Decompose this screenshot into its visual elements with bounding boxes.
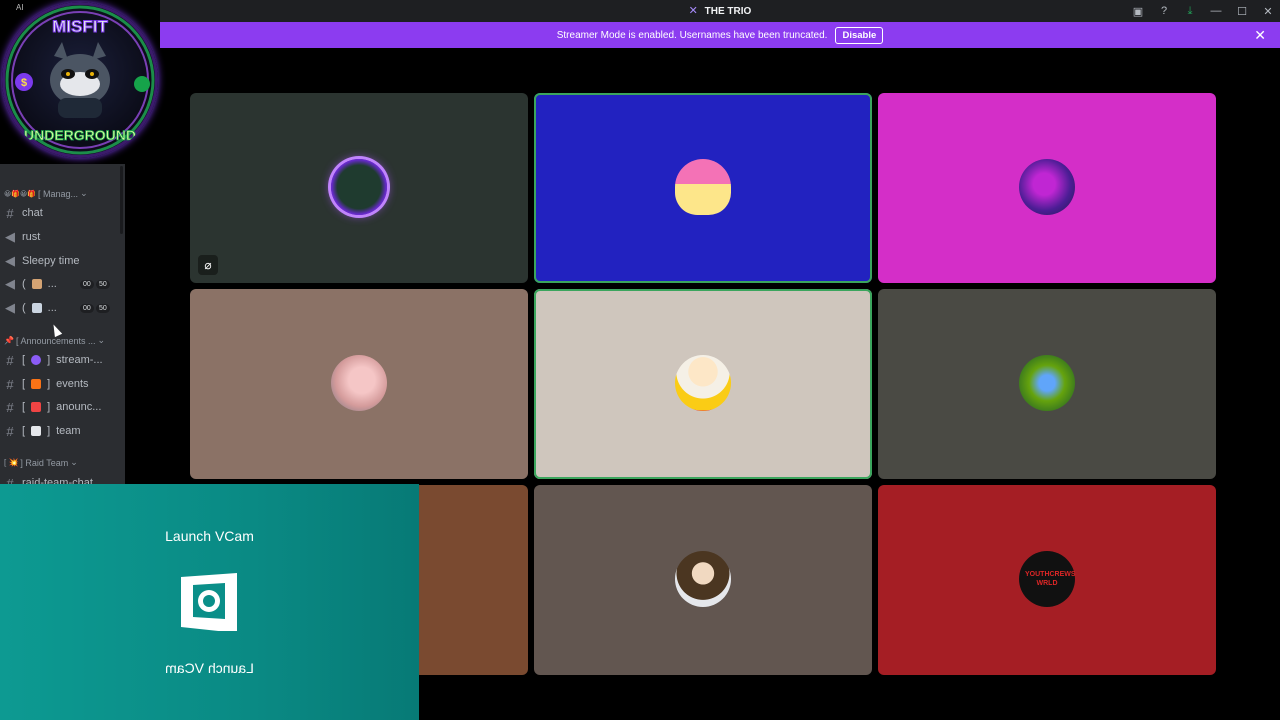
window-title-text: THE TRIO — [704, 5, 752, 17]
channel-name: chat — [22, 207, 43, 219]
window-controls: ▣ ? ⤓ — ☐ ✕ — [1132, 0, 1274, 22]
participant-tile[interactable]: ⌀ — [190, 93, 528, 283]
download-icon[interactable]: ⤓ — [1184, 5, 1196, 18]
vcam-overlay[interactable]: Launch VCam Launch VCam — [0, 484, 419, 720]
participant-tile[interactable] — [534, 485, 872, 675]
raccoon-mascot-icon: MISFIT $ UNDERGROUND — [5, 5, 155, 155]
participant-tile[interactable] — [534, 93, 872, 283]
channel-emoji — [31, 355, 42, 365]
user-limit-badge: 50 — [96, 280, 110, 289]
channel-name: team — [56, 425, 81, 437]
channel-name: anounc... — [56, 401, 102, 413]
user-count-badge: 00 — [80, 280, 94, 289]
category-management[interactable]: 😀🎁😀🎁 [ Manag... ⌄ — [4, 188, 88, 199]
participant-avatar — [1019, 159, 1075, 215]
speaker-icon: ◀ — [5, 276, 15, 291]
help-icon[interactable]: ? — [1158, 5, 1170, 17]
channel-voice-4[interactable]: ◀ ( ... — [4, 275, 57, 293]
channel-sleepy-time[interactable]: ◀ Sleepy time — [4, 252, 79, 270]
sidebar-scrollbar[interactable] — [120, 166, 123, 234]
disable-streamer-mode-button[interactable]: Disable — [835, 26, 884, 44]
minimize-icon[interactable]: — — [1210, 5, 1222, 17]
channel-events[interactable]: # [] events — [4, 375, 89, 393]
channel-rust[interactable]: ◀ rust — [4, 228, 40, 246]
banner-message: Streamer Mode is enabled. Usernames have… — [556, 29, 828, 41]
channel-team[interactable]: # [] team — [4, 422, 81, 440]
text-channel-icon: # — [6, 205, 14, 221]
participant-avatar — [331, 355, 387, 411]
megaphone-icon — [31, 402, 42, 412]
category-label: [ Manag... — [38, 188, 79, 199]
channel-emoji — [31, 303, 42, 313]
window-title: ✕ THE TRIO — [160, 0, 1280, 22]
participant-avatar — [331, 159, 387, 215]
vcam-logo-icon — [181, 573, 237, 631]
channel-name: ... — [47, 278, 57, 290]
participant-tile[interactable] — [190, 289, 528, 479]
server-logo-badge: MISFIT $ UNDERGROUND — [2, 2, 158, 158]
chevron-down-icon: ⌄ — [70, 457, 78, 467]
category-emoji: 😀🎁😀🎁 — [4, 190, 37, 198]
banner-close-icon[interactable]: ✕ — [1254, 27, 1266, 43]
speaker-icon: ◀ — [5, 300, 15, 315]
channel-announcements[interactable]: # [] anounc... — [4, 398, 101, 416]
participant-avatar — [675, 159, 731, 215]
server-logo[interactable]: AI MISFIT $ UNDERGROUND — [0, 0, 160, 164]
participant-avatar: YOUTHCREWS WRLD — [1019, 551, 1076, 607]
channel-name: events — [56, 378, 89, 390]
participant-tile[interactable] — [878, 289, 1216, 479]
text-channel-icon: # — [6, 423, 14, 439]
participant-avatar — [675, 355, 731, 411]
text-channel-icon: # — [6, 376, 14, 392]
mic-muted-icon: ⌀ — [198, 255, 218, 275]
close-icon[interactable]: ✕ — [1262, 5, 1274, 18]
user-count-badge: 00 — [80, 304, 94, 313]
category-label: [ Announcements ... — [15, 335, 96, 346]
channel-emoji — [31, 279, 42, 289]
participant-avatar — [1019, 355, 1075, 411]
title-bar: ✕ THE TRIO ▣ ? ⤓ — ☐ ✕ — [160, 0, 1280, 22]
channel-name: Sleepy time — [22, 255, 80, 267]
vcam-title: Launch VCam — [165, 528, 254, 544]
text-channel-icon: # — [6, 399, 14, 415]
participant-tile[interactable] — [534, 289, 872, 479]
speaker-icon: ◀ — [5, 253, 15, 268]
gift-icon — [31, 379, 42, 389]
participant-avatar — [675, 551, 731, 607]
speaker-icon: ◀ — [5, 229, 15, 244]
channel-chat[interactable]: # chat — [4, 204, 43, 222]
text-channel-icon: # — [6, 352, 14, 368]
category-raid-team[interactable]: [ 💥 ] Raid Team ⌄ — [4, 457, 78, 468]
logo-top-text: MISFIT — [52, 17, 108, 36]
channel-name: stream-... — [56, 354, 103, 366]
channel-voice-5[interactable]: ◀ ( ... — [4, 299, 57, 317]
user-limit-badge: 50 — [96, 304, 110, 313]
channel-name: ... — [47, 302, 57, 314]
avatar-text: YOUTHCREWS WRLD — [1025, 571, 1076, 587]
chevron-down-icon: ⌄ — [80, 188, 88, 198]
svg-text:$: $ — [21, 77, 27, 89]
participant-tile[interactable]: YOUTHCREWS WRLD — [878, 485, 1216, 675]
channel-emoji — [31, 426, 42, 436]
ai-tag: AI — [16, 3, 24, 12]
pin-icon: 📌 — [4, 336, 14, 345]
logo-bottom-text: UNDERGROUND — [24, 127, 136, 143]
voice-channel-icon: ✕ — [688, 5, 698, 17]
participant-tile[interactable] — [878, 93, 1216, 283]
streamer-mode-banner: Streamer Mode is enabled. Usernames have… — [160, 22, 1280, 48]
channel-stream[interactable]: # [] stream-... — [4, 351, 103, 369]
category-emoji: [ 💥 — [4, 458, 19, 467]
maximize-icon[interactable]: ☐ — [1236, 5, 1248, 18]
vcam-title-mirrored: Launch VCam — [165, 660, 254, 676]
inbox-icon[interactable]: ▣ — [1132, 5, 1144, 18]
category-label: ] Raid Team — [20, 457, 69, 468]
chevron-down-icon: ⌄ — [97, 335, 106, 345]
channel-name: rust — [22, 231, 41, 243]
